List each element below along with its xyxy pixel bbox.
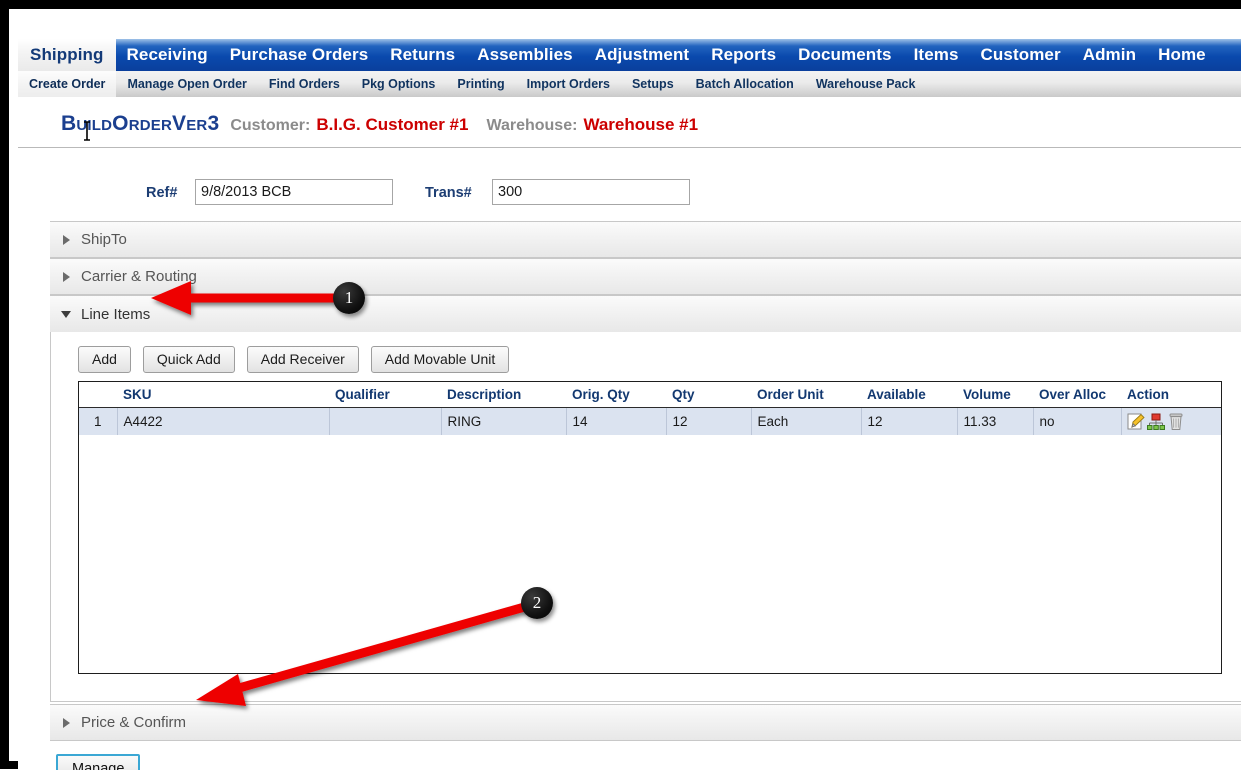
ref-input[interactable] xyxy=(195,179,393,205)
main-navigation: Shipping Receiving Purchase Orders Returns A… xyxy=(18,39,1241,71)
cell-action xyxy=(1121,407,1221,436)
page-title-bar: BuildOrderVer3 Customer: B.I.G. Customer… xyxy=(18,110,1241,148)
mainnav-item-reports[interactable]: Reports xyxy=(700,39,787,71)
price-confirm-section-header[interactable]: Price & Confirm xyxy=(50,704,1241,741)
quick-add-button[interactable]: Quick Add xyxy=(142,346,235,374)
line-items-table: SKU Qualifier Description Orig. Qty Qty Order… xyxy=(79,382,1221,436)
subnav-item-batch-allocation[interactable]: Batch Allocation xyxy=(685,71,805,97)
shipto-section-header[interactable]: ShipTo xyxy=(50,221,1241,258)
column-header-volume: Volume xyxy=(957,382,1033,409)
line-items-section-body: Add Quick Add Add Receiver Add Movable Unit xyxy=(50,332,1241,702)
page-body: Shipping Receiving Purchase Orders Returns A… xyxy=(18,18,1241,770)
cell-volume: 11.33 xyxy=(957,407,1034,436)
column-header-description: Description xyxy=(441,382,566,409)
subnav-item-warehouse-pack[interactable]: Warehouse Pack xyxy=(805,71,927,97)
price-confirm-section: Price & Confirm xyxy=(50,704,1241,741)
chevron-down-icon xyxy=(61,309,72,319)
table-body: 1 A4422 RING 14 12 Each 12 11.33 no xyxy=(79,407,1221,436)
application-window: Shipping Receiving Purchase Orders Returns A… xyxy=(0,0,1241,770)
mainnav-item-adjustment[interactable]: Adjustment xyxy=(584,39,701,71)
table-header-row: SKU Qualifier Description Orig. Qty Qty Order… xyxy=(79,382,1221,409)
edit-icon[interactable] xyxy=(1127,413,1145,431)
subnav-item-import-orders[interactable]: Import Orders xyxy=(516,71,621,97)
allocate-icon[interactable] xyxy=(1146,413,1165,431)
column-header-qualifier: Qualifier xyxy=(329,382,441,409)
cell-order-unit: Each xyxy=(751,407,862,436)
mainnav-item-returns[interactable]: Returns xyxy=(379,39,466,71)
line-items-section: Line Items Add Quick Add Add Receiver Add M… xyxy=(50,295,1241,702)
column-header-action: Action xyxy=(1121,382,1221,409)
column-header-sku: SKU xyxy=(117,382,329,409)
cell-sku: A4422 xyxy=(117,407,330,436)
order-reference-fields: Ref# Trans# xyxy=(18,173,1241,213)
column-header-qty: Qty xyxy=(666,382,751,409)
line-items-section-header[interactable]: Line Items xyxy=(50,295,1241,332)
sub-navigation: Create Order Manage Open Order Find Orders… xyxy=(18,71,1241,97)
warehouse-value: Warehouse #1 xyxy=(583,115,699,134)
subnav-item-create-order[interactable]: Create Order xyxy=(18,71,117,97)
subnav-item-setups[interactable]: Setups xyxy=(621,71,685,97)
add-button[interactable]: Add xyxy=(78,346,131,374)
mainnav-item-assemblies[interactable]: Assemblies xyxy=(466,39,584,71)
customer-label: Customer: xyxy=(230,117,311,134)
manage-button[interactable]: Manage xyxy=(56,754,141,770)
cell-description: RING xyxy=(441,407,567,436)
cell-over-alloc: no xyxy=(1033,407,1122,436)
column-header-index xyxy=(79,382,117,409)
mainnav-item-shipping[interactable]: Shipping xyxy=(18,39,116,71)
carrier-routing-section-header[interactable]: Carrier & Routing xyxy=(50,258,1241,295)
mainnav-item-admin[interactable]: Admin xyxy=(1072,39,1147,71)
mainnav-item-purchase-orders[interactable]: Purchase Orders xyxy=(219,39,380,71)
add-receiver-button[interactable]: Add Receiver xyxy=(246,346,359,374)
subnav-item-find-orders[interactable]: Find Orders xyxy=(258,71,351,97)
footer-actions: Manage xyxy=(56,754,141,770)
column-header-available: Available xyxy=(861,382,957,409)
column-header-order-unit: Order Unit xyxy=(751,382,861,409)
cell-qty: 12 xyxy=(666,407,752,436)
subnav-item-printing[interactable]: Printing xyxy=(446,71,515,97)
delete-icon[interactable] xyxy=(1167,413,1185,431)
chevron-right-icon xyxy=(62,234,72,245)
carrier-routing-section-title: Carrier & Routing xyxy=(81,268,197,285)
column-header-over-alloc: Over Alloc xyxy=(1033,382,1121,409)
add-movable-unit-button[interactable]: Add Movable Unit xyxy=(370,346,510,374)
trans-label: Trans# xyxy=(425,185,472,201)
price-confirm-section-title: Price & Confirm xyxy=(81,714,187,731)
cell-idx: 1 xyxy=(79,407,118,436)
subnav-item-manage-open-order[interactable]: Manage Open Order xyxy=(116,71,257,97)
carrier-routing-section: Carrier & Routing xyxy=(50,258,1241,295)
line-items-section-title: Line Items xyxy=(81,305,151,323)
mainnav-item-items[interactable]: Items xyxy=(903,39,970,71)
warehouse-label: Warehouse: xyxy=(486,117,578,134)
table-row[interactable]: 1 A4422 RING 14 12 Each 12 11.33 no xyxy=(79,407,1221,436)
line-items-toolbar: Add Quick Add Add Receiver Add Movable Unit xyxy=(51,332,1241,374)
ref-label: Ref# xyxy=(146,185,178,201)
cell-qualifier xyxy=(329,407,442,436)
column-header-orig-qty: Orig. Qty xyxy=(566,382,666,409)
chevron-right-icon xyxy=(62,271,72,282)
chevron-right-icon xyxy=(62,717,72,728)
trans-input[interactable] xyxy=(492,179,690,205)
customer-value: B.I.G. Customer #1 xyxy=(316,115,469,134)
mainnav-item-home[interactable]: Home xyxy=(1147,39,1217,71)
mainnav-item-documents[interactable]: Documents xyxy=(787,39,902,71)
line-items-grid-container: SKU Qualifier Description Orig. Qty Qty Order… xyxy=(78,381,1222,675)
cell-orig-qty: 14 xyxy=(566,407,667,436)
cell-available: 12 xyxy=(861,407,958,436)
subnav-item-pkg-options[interactable]: Pkg Options xyxy=(351,71,447,97)
text-cursor-icon xyxy=(83,121,92,141)
shipto-section-title: ShipTo xyxy=(81,231,127,248)
shipto-section: ShipTo xyxy=(50,221,1241,258)
mainnav-item-customer[interactable]: Customer xyxy=(970,39,1072,71)
mainnav-item-receiving[interactable]: Receiving xyxy=(116,39,219,71)
